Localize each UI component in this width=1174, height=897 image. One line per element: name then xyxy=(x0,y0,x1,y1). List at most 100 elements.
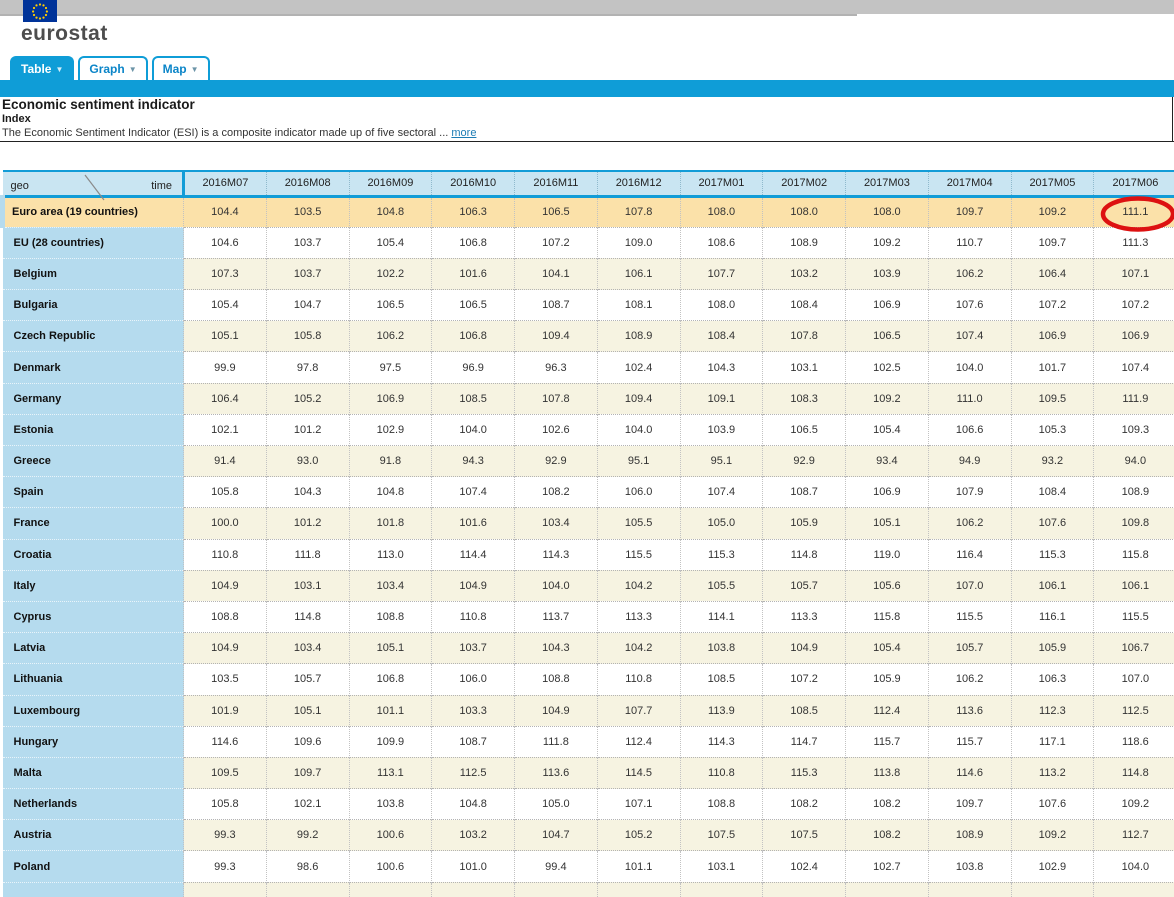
value-cell: 115.7 xyxy=(845,725,929,758)
eurostat-data-browser: eurostat Table ▼ Graph ▼ Map ▼ Economic … xyxy=(0,0,1174,897)
value-cell: 104.2 xyxy=(596,632,680,664)
value-cell: 109.7 xyxy=(927,196,1011,228)
value-cell: 106.2 xyxy=(927,257,1011,290)
value-cell: 109.7 xyxy=(265,756,349,789)
value-cell: 107.0 xyxy=(1093,663,1174,695)
row-header-Czech Republic[interactable]: Czech Republic xyxy=(2,320,184,352)
table-row-Czech Republic: Czech Republic 105.1 105.8 106.2 106.8 109.4 1… xyxy=(2,320,1174,352)
row-header-Italy[interactable]: Italy xyxy=(2,569,184,602)
page-description: The Economic Sentiment Indicator (ESI) i… xyxy=(2,127,477,139)
value-cell: 101.2 xyxy=(265,507,349,540)
row-header-Netherlands[interactable]: Netherlands xyxy=(2,788,184,820)
value-cell: 106.9 xyxy=(348,382,432,415)
value-cell: 104.2 xyxy=(596,569,680,602)
value-cell: 106.0 xyxy=(431,663,515,695)
row-header-Hungary[interactable]: Hungary xyxy=(2,725,184,758)
value-cell: 115.3 xyxy=(762,756,846,789)
value-cell: 112.5 xyxy=(1093,694,1174,727)
tab-table[interactable]: Table ▼ xyxy=(10,56,75,80)
table-row-Lithuania: Lithuania 103.5 105.7 106.8 106.0 108.8 110.8 1… xyxy=(2,663,1174,695)
row-header-Germany[interactable]: Germany xyxy=(2,382,184,415)
value-cell: 91.8 xyxy=(348,444,432,477)
value-cell: 115.5 xyxy=(927,600,1011,633)
row-header-Poland[interactable]: Poland xyxy=(2,850,184,883)
value-cell: 109.3 xyxy=(1093,413,1174,446)
value-cell: 103.7 xyxy=(265,257,349,290)
row-header-Estonia[interactable]: Estonia xyxy=(2,413,184,446)
value-cell: 104.3 xyxy=(514,632,598,664)
tab-graph[interactable]: Graph ▼ xyxy=(78,56,148,80)
table-row-Italy: Italy 104.9 103.1 103.4 104.9 104.0 104.2 105.5… xyxy=(2,569,1174,602)
column-header-2017M01[interactable]: 2017M01 xyxy=(679,170,763,198)
row-header-EU (28 countries)[interactable]: EU (28 countries) xyxy=(2,226,184,259)
value-cell: 107.8 xyxy=(596,196,680,228)
value-cell xyxy=(596,881,680,897)
value-cell: 104.3 xyxy=(679,351,763,384)
row-header-Croatia[interactable]: Croatia xyxy=(2,538,184,571)
value-cell: 106.6 xyxy=(927,413,1011,446)
row-header-Greece[interactable]: Greece xyxy=(2,444,184,477)
value-cell: 110.8 xyxy=(596,663,680,695)
value-cell: 111.8 xyxy=(514,725,598,758)
value-cell: 106.1 xyxy=(596,257,680,290)
value-cell: 109.5 xyxy=(183,756,267,789)
value-cell: 110.8 xyxy=(431,600,515,633)
value-cell: 107.5 xyxy=(762,819,846,851)
value-cell: 101.1 xyxy=(348,694,432,727)
column-header-2016M12[interactable]: 2016M12 xyxy=(596,170,680,198)
column-header-2017M06[interactable]: 2017M06 xyxy=(1093,170,1174,198)
column-header-2016M08[interactable]: 2016M08 xyxy=(265,170,349,198)
row-header-Belgium[interactable]: Belgium xyxy=(2,257,184,290)
column-header-2016M11[interactable]: 2016M11 xyxy=(514,170,598,198)
column-header-2016M07[interactable]: 2016M07 xyxy=(183,170,267,198)
row-header-Denmark[interactable]: Denmark xyxy=(2,351,184,384)
row-header-Spain[interactable]: Spain xyxy=(2,476,184,508)
value-cell: 105.8 xyxy=(183,788,267,820)
value-cell: 105.5 xyxy=(596,507,680,540)
row-header-Austria[interactable]: Austria xyxy=(2,819,184,851)
column-header-2017M02[interactable]: 2017M02 xyxy=(762,170,846,198)
value-cell: 107.6 xyxy=(1010,788,1094,820)
value-cell: 102.7 xyxy=(845,850,929,883)
corner-header-cell: geo time xyxy=(2,170,185,201)
value-cell: 106.3 xyxy=(1010,663,1094,695)
value-cell: 115.5 xyxy=(1093,600,1174,633)
row-header-Bulgaria[interactable]: Bulgaria xyxy=(2,289,184,321)
value-cell: 106.2 xyxy=(927,663,1011,695)
value-cell: 108.9 xyxy=(762,226,846,259)
value-cell: 108.7 xyxy=(762,476,846,508)
table-row-Croatia: Croatia 110.8 111.8 113.0 114.4 114.3 115.5 115… xyxy=(2,538,1174,571)
table-row-Cyprus: Cyprus 108.8 114.8 108.8 110.8 113.7 113.3 114.… xyxy=(2,600,1174,633)
value-cell: 106.0 xyxy=(596,476,680,508)
value-cell: 92.9 xyxy=(514,444,598,477)
value-cell: 108.6 xyxy=(679,226,763,259)
row-header-Malta[interactable]: Malta xyxy=(2,756,184,789)
column-header-2016M10[interactable]: 2016M10 xyxy=(431,170,515,198)
tab-map[interactable]: Map ▼ xyxy=(151,56,210,80)
value-cell: 114.6 xyxy=(183,725,267,758)
browser-chrome-bar xyxy=(0,0,1174,14)
value-cell: 103.7 xyxy=(431,632,515,664)
row-header-Luxembourg[interactable]: Luxembourg xyxy=(2,694,184,727)
column-header-2017M05[interactable]: 2017M05 xyxy=(1010,170,1094,198)
value-cell: 113.3 xyxy=(596,600,680,633)
row-header-Cyprus[interactable]: Cyprus xyxy=(2,600,184,633)
column-header-2017M03[interactable]: 2017M03 xyxy=(845,170,929,198)
value-cell: 105.0 xyxy=(514,788,598,820)
column-header-2017M04[interactable]: 2017M04 xyxy=(927,170,1011,198)
table-row-Poland: Poland 99.3 98.6 100.6 101.0 99.4 101.1 103.1 10… xyxy=(2,850,1174,883)
value-cell: 105.4 xyxy=(845,413,929,446)
value-cell: 106.5 xyxy=(431,289,515,321)
row-header-Lithuania[interactable]: Lithuania xyxy=(2,663,184,695)
value-cell: 107.1 xyxy=(1093,257,1174,290)
value-cell: 108.7 xyxy=(431,725,515,758)
value-cell: 101.8 xyxy=(348,507,432,540)
value-cell: 93.0 xyxy=(265,444,349,477)
row-header-France[interactable]: France xyxy=(2,507,184,540)
value-cell: 105.4 xyxy=(348,226,432,259)
divider-line xyxy=(0,141,1174,142)
row-header-Latvia[interactable]: Latvia xyxy=(2,632,184,664)
value-cell: 108.8 xyxy=(679,788,763,820)
more-link[interactable]: more xyxy=(451,127,476,139)
column-header-2016M09[interactable]: 2016M09 xyxy=(348,170,432,198)
